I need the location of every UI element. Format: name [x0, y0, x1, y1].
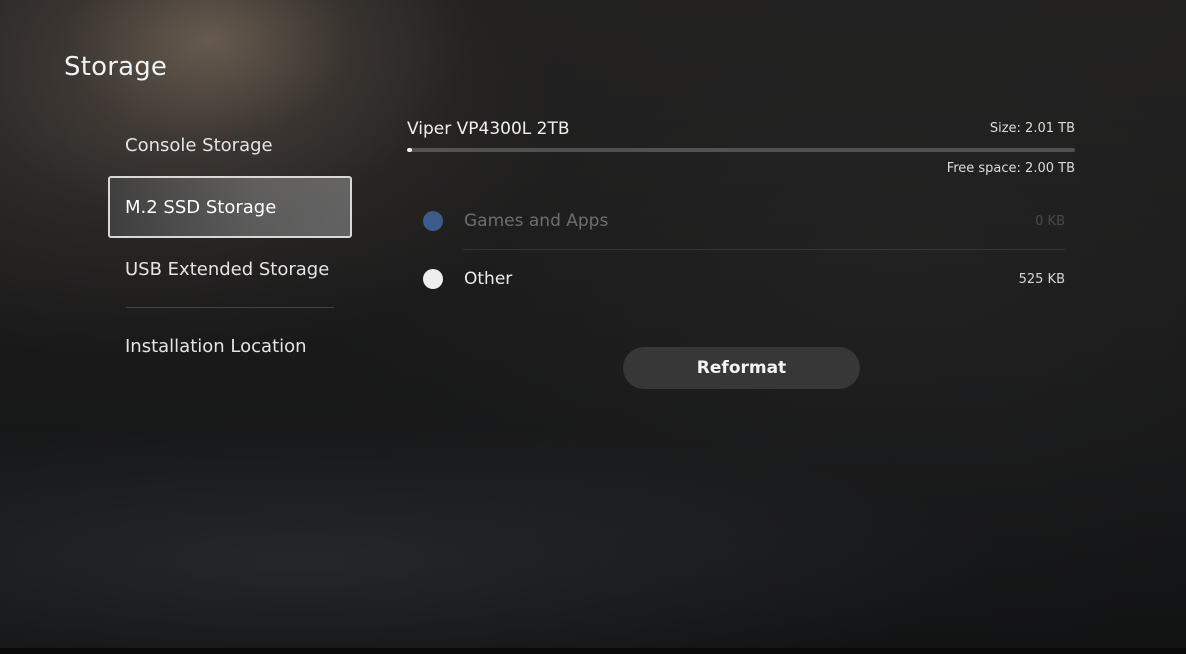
category-divider	[463, 249, 1065, 250]
category-label: Other	[464, 269, 513, 289]
sidebar-divider	[126, 307, 334, 308]
drive-name: Viper VP4300L 2TB	[407, 119, 570, 139]
white-dot-icon	[423, 269, 443, 289]
storage-usage-fill	[407, 148, 412, 152]
free-space-text: Free space: 2.00 TB	[946, 161, 1075, 176]
sidebar-item-installation-location[interactable]: Installation Location	[108, 315, 352, 377]
category-row-other[interactable]: Other 525 KB	[423, 259, 1065, 299]
drive-size: Size: 2.01 TB	[989, 121, 1075, 136]
sidebar-item-m2-ssd-storage[interactable]: M.2 SSD Storage	[108, 176, 352, 238]
category-size: 0 KB	[1035, 213, 1065, 229]
blue-dot-icon	[423, 211, 443, 231]
sidebar-item-console-storage[interactable]: Console Storage	[108, 114, 352, 176]
category-size: 525 KB	[1018, 271, 1065, 287]
category-label: Games and Apps	[464, 211, 609, 231]
sidebar-item-usb-extended-storage[interactable]: USB Extended Storage	[108, 238, 352, 300]
reformat-button[interactable]: Reformat	[623, 347, 860, 389]
storage-screen: Storage Console Storage M.2 SSD Storage …	[0, 0, 1186, 654]
storage-usage-bar	[407, 148, 1075, 152]
category-row-games-and-apps: Games and Apps 0 KB	[423, 201, 1065, 241]
page-title: Storage	[64, 52, 168, 82]
